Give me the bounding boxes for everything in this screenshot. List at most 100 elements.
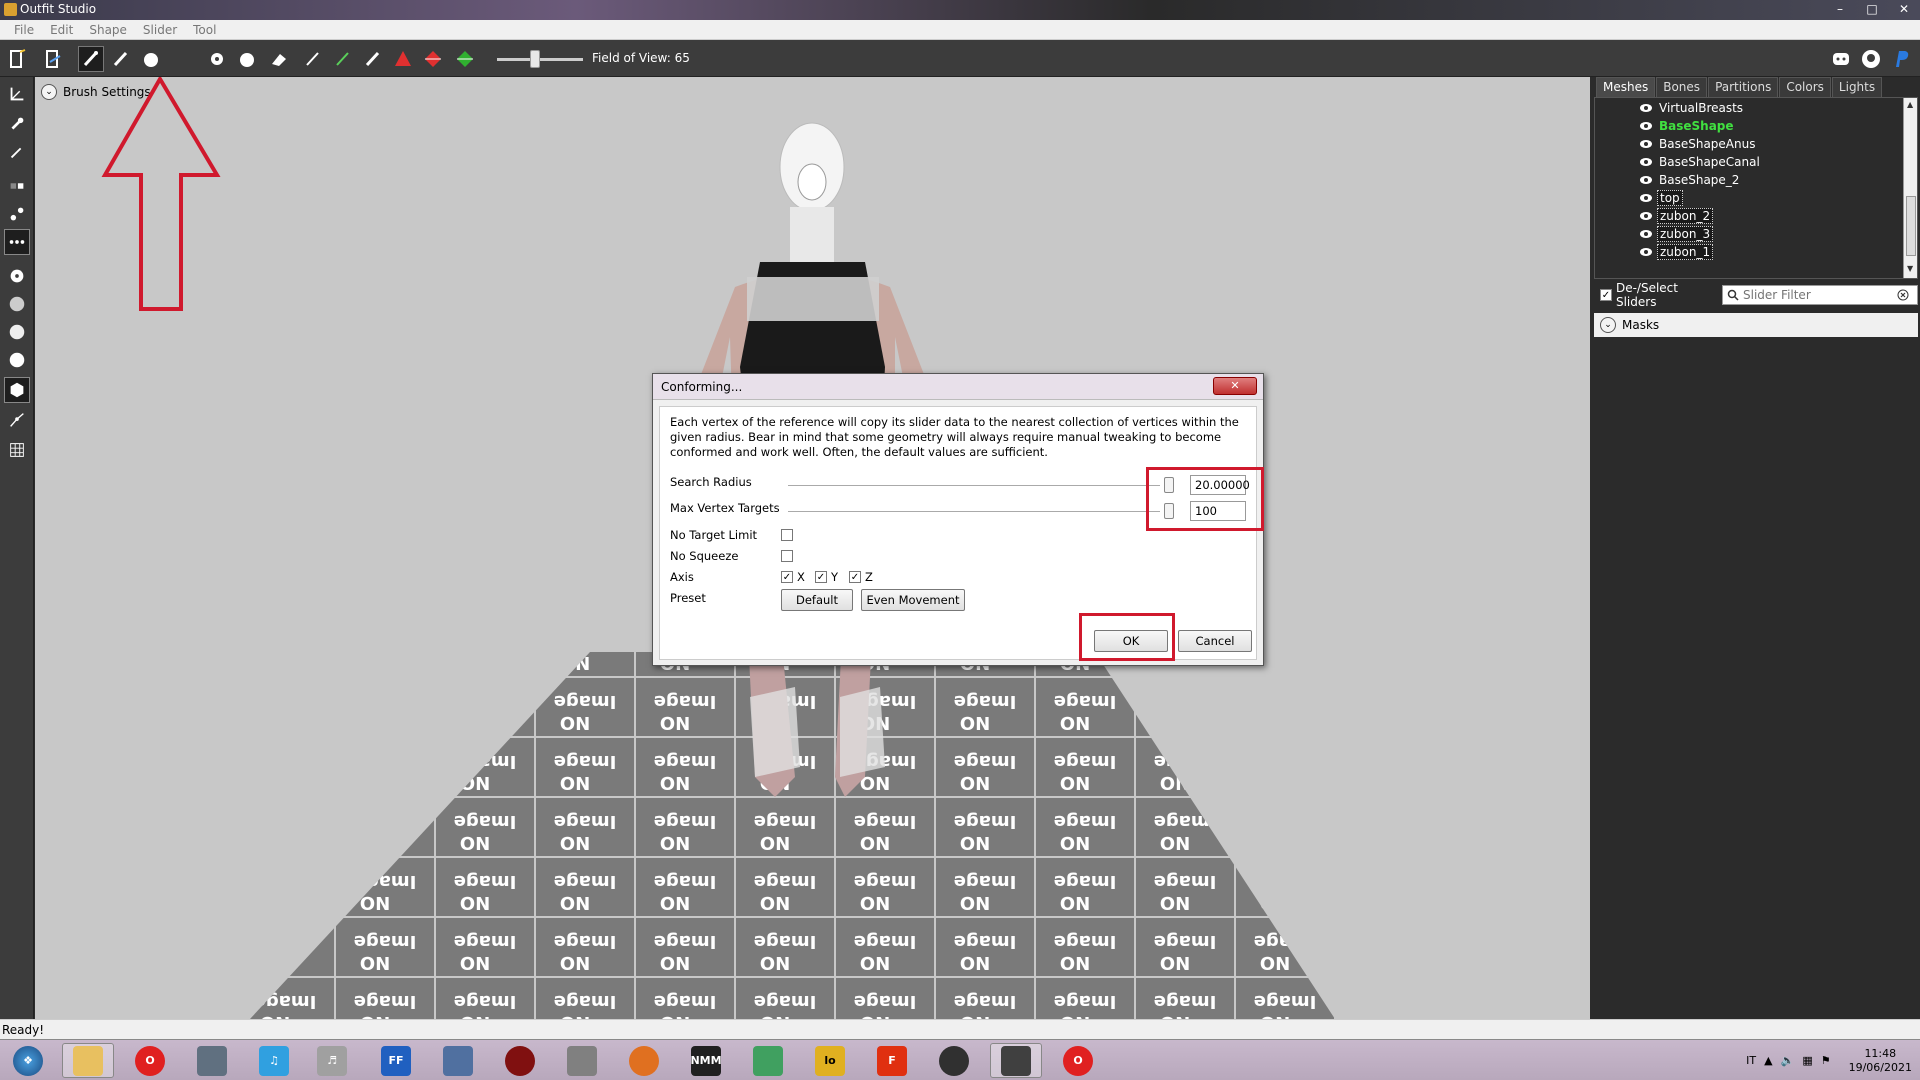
scroll-down-icon[interactable]: ▼ (1907, 264, 1913, 273)
tab-partitions[interactable]: Partitions (1708, 77, 1779, 97)
nmm-icon[interactable]: NMM (680, 1043, 732, 1078)
transform-diamond-icon[interactable] (420, 46, 446, 72)
mask-brush-icon[interactable] (108, 46, 134, 72)
eye-icon[interactable] (1639, 247, 1653, 257)
axis-y-checkbox[interactable]: ✓ (815, 571, 827, 583)
flag-icon[interactable]: ⚑ (1821, 1054, 1831, 1067)
spider-icon[interactable] (494, 1043, 546, 1078)
deflate-brush-icon[interactable] (168, 46, 194, 72)
mesh-item[interactable]: top (1639, 190, 1683, 206)
menu-edit[interactable]: Edit (42, 23, 81, 37)
github-icon[interactable] (1858, 47, 1884, 71)
load-project-icon[interactable] (40, 46, 66, 72)
weight-brush-icon[interactable] (360, 46, 386, 72)
audio-headphones-icon[interactable] (618, 1043, 670, 1078)
deselect-sliders-checkbox[interactable]: ✓ (1600, 289, 1612, 301)
discord-icon[interactable] (1828, 47, 1854, 71)
ffdec-icon[interactable]: FF (370, 1043, 422, 1078)
media-center-icon[interactable] (186, 1043, 238, 1078)
cube-view-icon[interactable] (4, 377, 30, 403)
move-brush-icon[interactable] (204, 46, 230, 72)
no-squeeze-checkbox[interactable] (781, 550, 793, 562)
mesh-item[interactable]: BaseShape_2 (1639, 172, 1741, 188)
loot-icon[interactable]: lo (804, 1043, 856, 1078)
network-icon[interactable]: ▦ (1802, 1054, 1812, 1067)
eraser-icon[interactable] (266, 46, 292, 72)
opera-active-icon[interactable]: O (1052, 1043, 1104, 1078)
scroll-up-icon[interactable]: ▲ (1907, 100, 1913, 109)
cancel-button[interactable]: Cancel (1178, 630, 1252, 652)
mesh-item[interactable]: BaseShape (1639, 118, 1736, 134)
inflate-brush-icon[interactable] (138, 46, 164, 72)
axis-tool-icon[interactable] (4, 81, 30, 107)
masks-section[interactable]: ⌄ Masks (1594, 313, 1918, 337)
speaker-icon[interactable]: ♬ (306, 1043, 358, 1078)
pencil-tool-icon[interactable] (4, 139, 30, 165)
fov-slider-track[interactable] (497, 58, 583, 61)
eye-icon[interactable] (1639, 139, 1653, 149)
axis-x-checkbox[interactable]: ✓ (781, 571, 793, 583)
mesh-item[interactable]: BaseShapeAnus (1639, 136, 1757, 152)
tab-colors[interactable]: Colors (1779, 77, 1831, 97)
max-vertex-slider[interactable] (788, 511, 1160, 512)
eye-icon[interactable] (1639, 193, 1653, 203)
dialog-close-button[interactable]: ✕ (1213, 377, 1257, 395)
grid-icon[interactable] (4, 437, 30, 463)
tab-bones[interactable]: Bones (1656, 77, 1708, 97)
tab-lights[interactable]: Lights (1831, 77, 1883, 97)
brush-shape-icon[interactable] (4, 347, 30, 373)
paypal-icon[interactable] (1888, 47, 1914, 71)
mesh-item[interactable]: VirtualBreasts (1639, 100, 1745, 116)
menu-slider[interactable]: Slider (135, 23, 185, 37)
transform-green-icon[interactable] (452, 46, 478, 72)
scrollbar-thumb[interactable] (1906, 196, 1916, 256)
mesh-item[interactable]: BaseShapeCanal (1639, 154, 1762, 170)
smooth-brush-icon[interactable] (234, 46, 260, 72)
minimize-button[interactable]: – (1824, 0, 1856, 18)
brush-falloff-icon[interactable] (4, 291, 30, 317)
color-brush-icon[interactable] (330, 46, 356, 72)
brush-strength-icon[interactable] (4, 319, 30, 345)
tab-meshes[interactable]: Meshes (1596, 77, 1656, 97)
no-target-limit-checkbox[interactable] (781, 529, 793, 541)
start-orb-icon[interactable]: ❖ (2, 1043, 54, 1078)
preset-default-button[interactable]: Default (781, 589, 853, 611)
axis-z-checkbox[interactable]: ✓ (849, 571, 861, 583)
transform-red-icon[interactable] (390, 46, 416, 72)
mesh-item[interactable]: zubon_2 (1639, 208, 1714, 224)
eye-icon[interactable] (1639, 121, 1653, 131)
eye-icon[interactable] (1639, 157, 1653, 167)
brush-size-small-icon[interactable] (4, 263, 30, 289)
eye-icon[interactable] (1639, 175, 1653, 185)
tray-expand-icon[interactable]: ▲ (1764, 1054, 1772, 1067)
pen-icon[interactable] (300, 46, 326, 72)
f-app-icon[interactable]: F (866, 1043, 918, 1078)
outfit-studio-icon[interactable] (990, 1043, 1042, 1078)
clock[interactable]: 11:48 19/06/2021 (1849, 1047, 1912, 1075)
creation-kit-icon[interactable] (928, 1043, 980, 1078)
menu-tool[interactable]: Tool (185, 23, 224, 37)
eye-icon[interactable] (1639, 229, 1653, 239)
feather-icon[interactable] (432, 1043, 484, 1078)
clear-filter-icon[interactable] (1897, 289, 1909, 301)
search-radius-slider[interactable] (788, 485, 1160, 486)
wireframe-icon[interactable] (4, 407, 30, 433)
eye-icon[interactable] (1639, 103, 1653, 113)
explorer-icon[interactable] (62, 1043, 114, 1078)
volume-icon[interactable]: 🔈 (1781, 1054, 1795, 1067)
chess-icon[interactable] (556, 1043, 608, 1078)
menu-file[interactable]: File (6, 23, 42, 37)
slider-filter-input[interactable] (1743, 288, 1893, 302)
mirror-tool-icon[interactable] (4, 173, 30, 199)
mesh-item[interactable]: zubon_1 (1639, 244, 1714, 260)
notes-icon[interactable] (742, 1043, 794, 1078)
new-project-icon[interactable] (4, 46, 30, 72)
eye-icon[interactable] (1639, 211, 1653, 221)
opera-icon[interactable]: O (124, 1043, 176, 1078)
menu-shape[interactable]: Shape (81, 23, 135, 37)
pin-tool-icon[interactable] (4, 111, 30, 137)
mesh-tree-scrollbar[interactable]: ▲ ▼ (1903, 98, 1917, 278)
select-brush-icon[interactable] (78, 46, 104, 72)
vertex-tool-icon[interactable] (4, 201, 30, 227)
preset-even-movement-button[interactable]: Even Movement (861, 589, 965, 611)
